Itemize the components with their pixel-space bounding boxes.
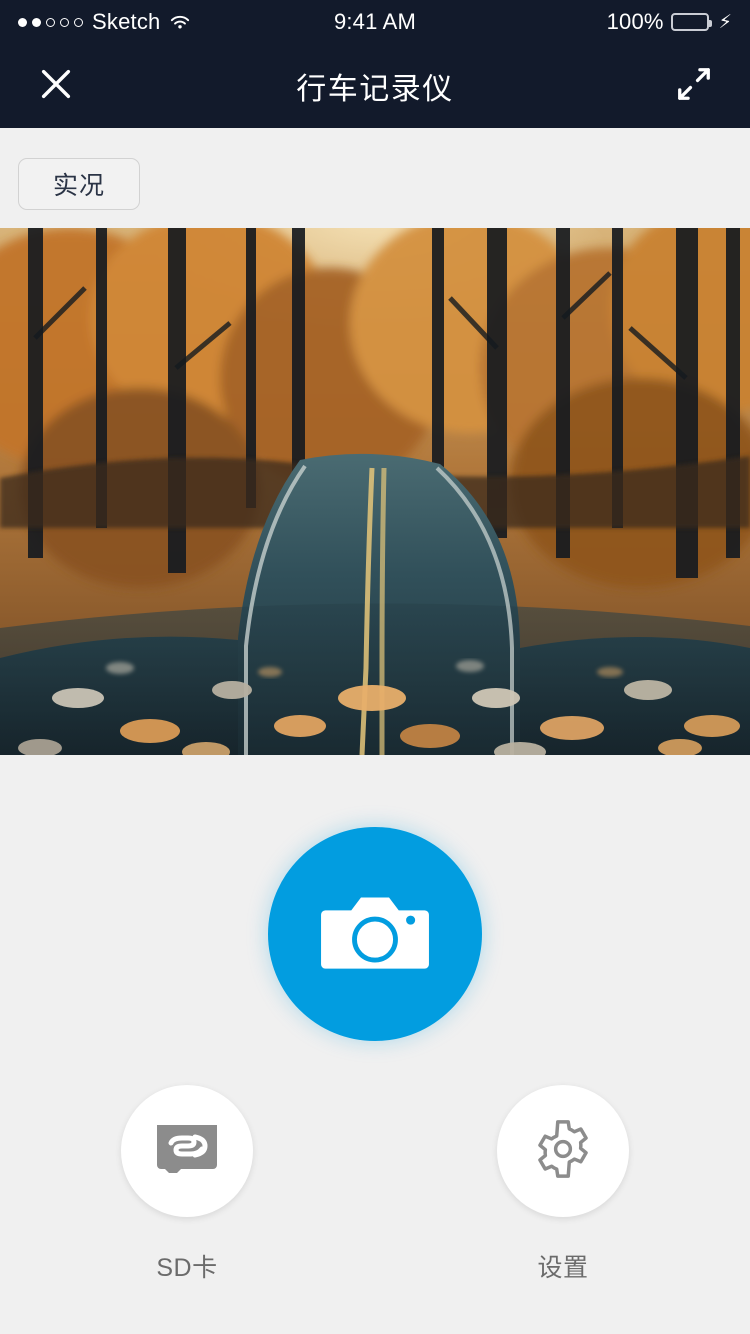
status-bar-left: Sketch	[18, 9, 334, 35]
signal-dot-filled	[32, 17, 41, 27]
wifi-icon	[169, 14, 191, 31]
sd-card-label: SD卡	[156, 1254, 218, 1282]
battery-icon	[670, 13, 712, 31]
signal-dot-empty	[60, 17, 69, 27]
settings-button[interactable]	[497, 1085, 629, 1217]
camera-preview[interactable]	[0, 228, 750, 755]
page-title: 行车记录仪	[296, 73, 454, 106]
sd-card-button[interactable]	[121, 1085, 253, 1217]
signal-dot-filled	[18, 17, 27, 27]
toolbar-row: 实况	[0, 128, 750, 228]
controls-panel: SD卡 设置	[0, 755, 750, 1334]
expand-icon	[675, 65, 713, 108]
shutter-button[interactable]	[268, 827, 482, 1041]
signal-dot-empty	[74, 17, 83, 27]
carrier-label: Sketch	[92, 9, 161, 34]
signal-strength-dots	[18, 17, 83, 27]
gear-icon	[532, 1118, 594, 1185]
camera-icon	[321, 891, 429, 978]
close-icon	[38, 66, 74, 107]
preview-image	[0, 228, 750, 755]
signal-dot-empty	[46, 17, 55, 27]
close-button[interactable]	[26, 56, 86, 116]
battery-percent-label: 100%	[606, 9, 664, 34]
settings-label: 设置	[537, 1254, 589, 1282]
status-bar: Sketch 9:41 AM 100% ⚡	[0, 0, 750, 44]
expand-fullscreen-button[interactable]	[664, 56, 724, 116]
clock-label: 9:41 AM	[333, 9, 417, 34]
navigation-bar: 行车记录仪	[0, 44, 750, 128]
charging-bolt-icon: ⚡	[718, 11, 732, 33]
app-screen: Sketch 9:41 AM 100% ⚡ 行车记录仪 实况 SD卡 设置	[0, 0, 750, 1334]
sd-card-icon	[155, 1123, 219, 1180]
status-bar-right: 100% ⚡	[416, 9, 732, 35]
live-mode-button[interactable]: 实况	[18, 158, 140, 210]
status-bar-center: 9:41 AM	[334, 9, 416, 35]
